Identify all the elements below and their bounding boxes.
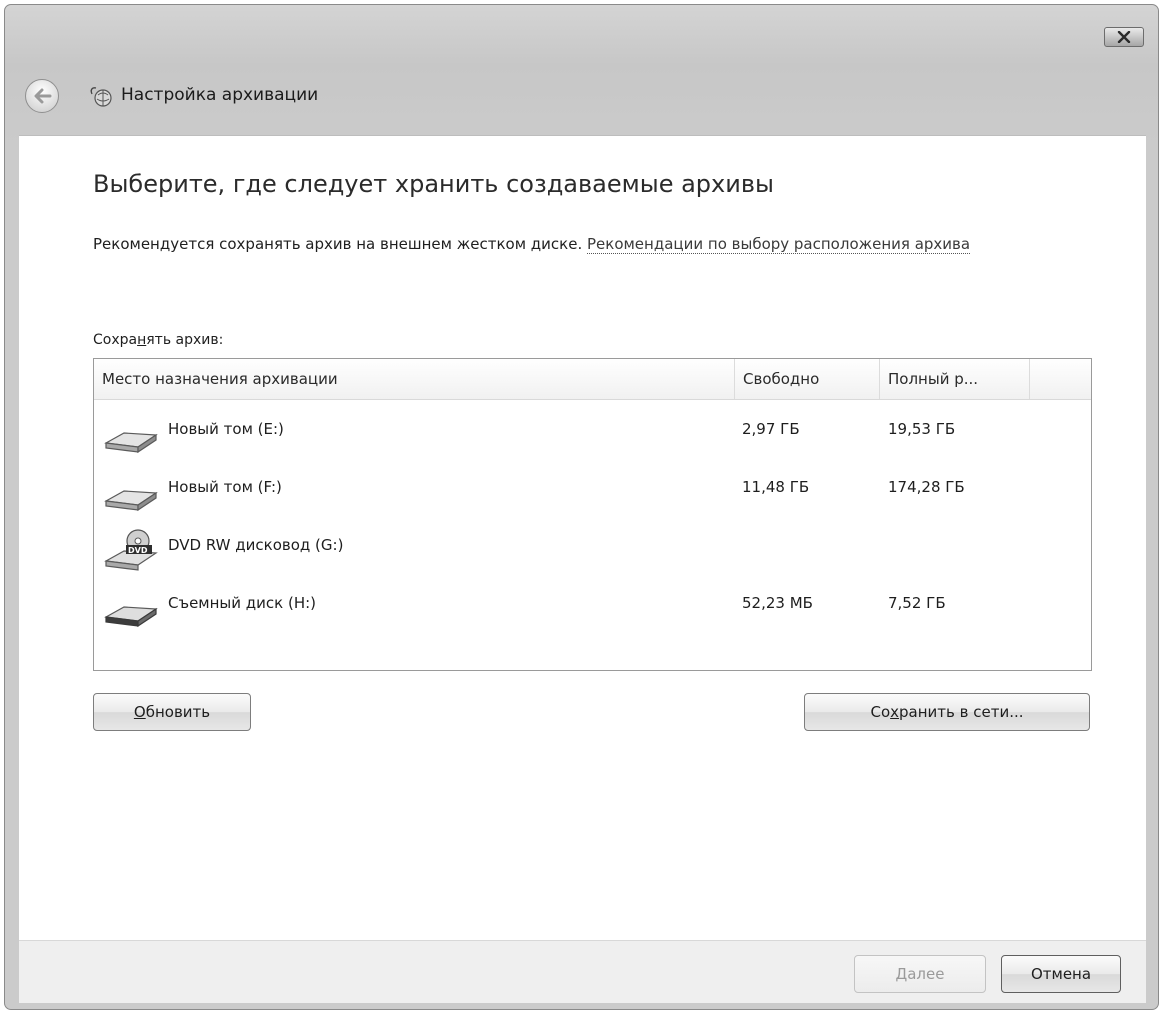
drive-free: 11,48 ГБ — [742, 478, 810, 496]
drive-name: Съемный диск (H:) — [168, 594, 317, 612]
column-header-free[interactable]: Свободно — [735, 359, 880, 399]
drive-total: 174,28 ГБ — [888, 478, 965, 496]
close-icon — [1117, 31, 1131, 43]
list-item-drive-f[interactable]: Новый том (F:) 11,48 ГБ 174,28 ГБ — [94, 467, 1091, 525]
column-header-total[interactable]: Полный р... — [880, 359, 1030, 399]
removable-drive-icon — [104, 606, 158, 628]
drive-free: 52,23 МБ — [742, 594, 813, 612]
list-item-drive-g[interactable]: DVD DVD RW дисковод (G:) — [94, 525, 1091, 583]
column-header-destination[interactable]: Место назначения архивации — [94, 359, 735, 399]
drive-name: Новый том (E:) — [168, 420, 284, 438]
backup-icon — [90, 87, 112, 107]
save-archive-label: Сохранять архив: — [93, 332, 224, 348]
column-header-empty — [1030, 359, 1091, 399]
drive-free: 2,97 ГБ — [742, 420, 800, 438]
svg-text:DVD: DVD — [128, 546, 148, 555]
next-button[interactable]: Далее — [854, 955, 986, 993]
refresh-button[interactable]: Обновить — [93, 693, 251, 731]
drive-total: 7,52 ГБ — [888, 594, 946, 612]
hard-drive-icon — [104, 490, 158, 512]
page-heading: Выберите, где следует хранить создаваемы… — [93, 170, 774, 198]
wizard-window: Настройка архивации Выберите, где следуе… — [4, 4, 1159, 1010]
list-item-drive-e[interactable]: Новый том (E:) 2,97 ГБ 19,53 ГБ — [94, 409, 1091, 467]
window-title: Настройка архивации — [121, 85, 319, 105]
save-on-network-button[interactable]: Со х ранить в сети... — [804, 693, 1090, 731]
content-area: Выберите, где следует хранить создаваемы… — [19, 135, 1146, 941]
back-arrow-icon — [34, 88, 52, 104]
drive-name: DVD RW дисковод (G:) — [168, 536, 344, 554]
description: Рекомендуется сохранять архив на внешнем… — [93, 234, 993, 255]
list-header: Место назначения архивации Свободно Полн… — [94, 359, 1091, 400]
list-item-drive-h[interactable]: Съемный диск (H:) 52,23 МБ 7,52 ГБ — [94, 583, 1091, 641]
dvd-drive-icon: DVD — [104, 529, 158, 571]
close-button[interactable] — [1104, 27, 1144, 47]
drive-total: 19,53 ГБ — [888, 420, 956, 438]
drive-name: Новый том (F:) — [168, 478, 282, 496]
footer-bar: Далее Отмена — [19, 940, 1146, 1003]
description-text: Рекомендуется сохранять архив на внешнем… — [93, 235, 587, 253]
recommendations-link[interactable]: Рекомендации по выбору расположения архи… — [586, 235, 971, 254]
hard-drive-icon — [104, 432, 158, 454]
destination-list[interactable]: Место назначения архивации Свободно Полн… — [93, 358, 1092, 671]
cancel-button[interactable]: Отмена — [1001, 955, 1121, 993]
back-button[interactable] — [25, 79, 59, 113]
